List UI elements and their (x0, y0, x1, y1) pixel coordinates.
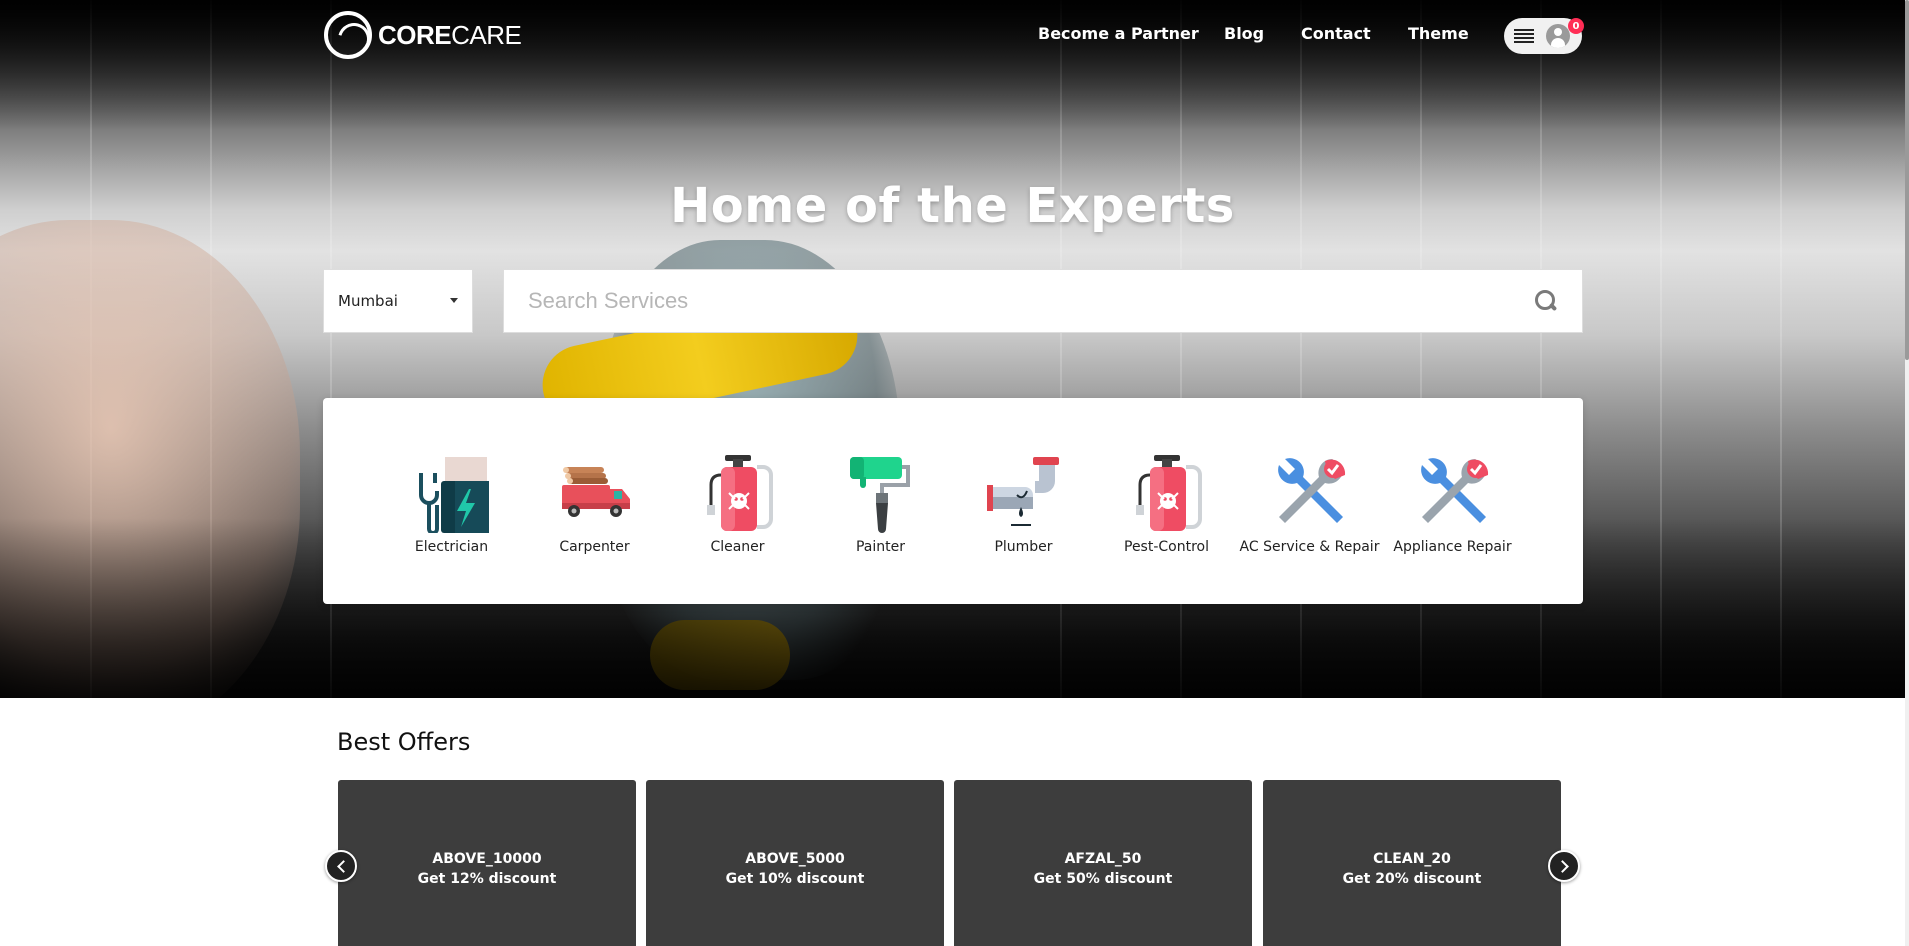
offer-code: ABOVE_10000 (432, 851, 542, 867)
nav-blog[interactable]: Blog (1224, 24, 1264, 43)
chevron-left-icon (336, 859, 350, 873)
wrench-icon (1277, 458, 1345, 523)
page-scrollbar[interactable] (1905, 0, 1909, 946)
logo-ring-icon (324, 11, 372, 59)
service-label: Appliance Repair (1393, 539, 1512, 555)
offer-card[interactable]: ABOVE_5000 Get 10% discount (646, 780, 944, 946)
offer-code: ABOVE_5000 (745, 851, 845, 867)
nav-theme[interactable]: Theme (1408, 24, 1469, 43)
page-title: Home of the Experts (670, 178, 1235, 234)
service-ac-repair[interactable]: AC Service & Repair (1238, 451, 1381, 555)
service-plumber[interactable]: Plumber (952, 451, 1095, 555)
service-label: Electrician (414, 539, 489, 555)
nav-become-partner[interactable]: Become a Partner (1038, 24, 1199, 43)
service-painter[interactable]: Painter (809, 451, 952, 555)
notification-badge: 0 (1568, 18, 1584, 34)
carousel-prev-button[interactable] (325, 850, 357, 882)
paint-roller-icon (849, 457, 910, 533)
service-cleaner[interactable]: Cleaner (666, 451, 809, 555)
offer-card[interactable]: AFZAL_50 Get 50% discount (954, 780, 1252, 946)
chevron-right-icon (1555, 859, 1569, 873)
search-icon[interactable] (1534, 289, 1558, 313)
service-pest-control[interactable]: Pest-Control (1095, 451, 1238, 555)
plumber-pipe-icon (986, 457, 1059, 526)
offer-description: Get 10% discount (725, 871, 865, 887)
service-appliance-repair[interactable]: Appliance Repair (1381, 451, 1524, 555)
offer-description: Get 50% discount (1033, 871, 1173, 887)
service-label: AC Service & Repair (1239, 539, 1380, 555)
wrench-icon (1420, 458, 1488, 523)
offer-card[interactable]: CLEAN_20 Get 20% discount (1263, 780, 1561, 946)
offer-description: Get 12% discount (417, 871, 557, 887)
brand-name: CORECARE (378, 19, 522, 50)
service-label: Painter (855, 539, 905, 555)
services-panel: Electrician Carpenter Cleaner Painter Pl… (323, 398, 1583, 604)
nav-contact[interactable]: Contact (1301, 24, 1371, 43)
service-label: Plumber (994, 539, 1053, 555)
city-select[interactable]: Mumbai (323, 269, 473, 333)
electrician-icon (418, 457, 489, 535)
service-label: Cleaner (710, 539, 765, 555)
avatar-icon (1546, 24, 1570, 48)
pest-sprayer-icon (1135, 455, 1202, 531)
caret-down-icon (450, 298, 458, 303)
search-bar (503, 269, 1583, 333)
menu-icon (1514, 29, 1534, 43)
section-title-best-offers: Best Offers (337, 728, 471, 756)
offer-card[interactable]: ABOVE_10000 Get 12% discount (338, 780, 636, 946)
service-electrician[interactable]: Electrician (380, 451, 523, 555)
service-label: Pest-Control (1124, 539, 1209, 555)
offer-code: CLEAN_20 (1373, 851, 1451, 867)
brand-logo[interactable]: CORECARE (324, 10, 522, 60)
carpenter-truck-icon (561, 467, 630, 517)
city-select-value: Mumbai (338, 292, 398, 310)
cleaner-sprayer-icon (706, 455, 773, 531)
search-input[interactable] (528, 281, 1534, 321)
service-carpenter[interactable]: Carpenter (523, 451, 666, 555)
offer-description: Get 20% discount (1342, 871, 1482, 887)
service-label: Carpenter (559, 539, 630, 555)
carousel-next-button[interactable] (1548, 850, 1580, 882)
scrollbar-thumb[interactable] (1905, 0, 1909, 360)
offer-code: AFZAL_50 (1064, 851, 1142, 867)
